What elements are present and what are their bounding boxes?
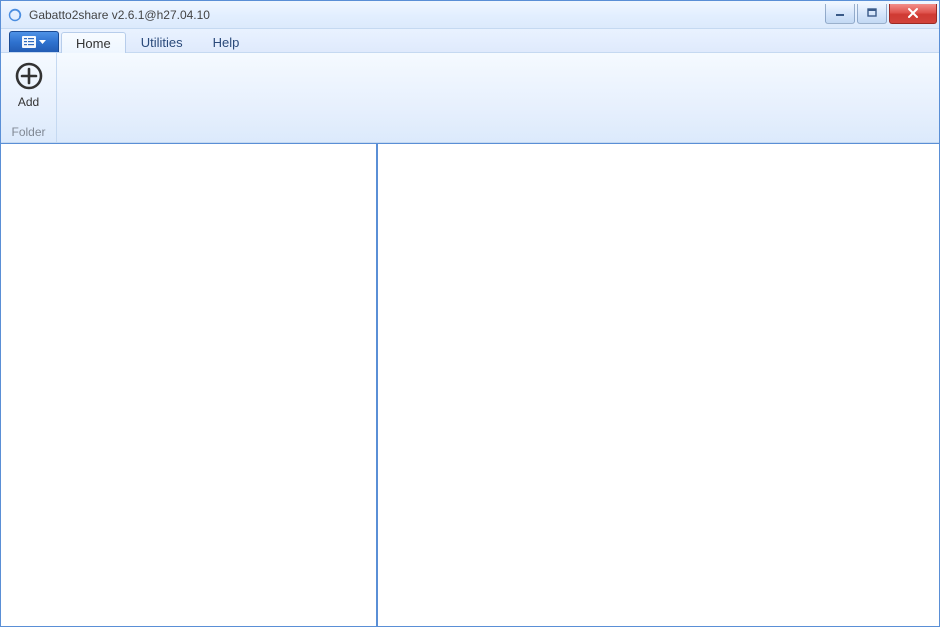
add-button-label: Add: [18, 95, 39, 109]
content-area: [1, 143, 939, 626]
window-controls: [823, 4, 937, 24]
left-pane[interactable]: [1, 144, 378, 626]
minimize-button[interactable]: [825, 4, 855, 24]
window-title: Gabatto2share v2.6.1@h27.04.10: [27, 8, 823, 22]
maximize-icon: [867, 8, 877, 18]
minimize-icon: [835, 8, 845, 18]
maximize-button[interactable]: [857, 4, 887, 24]
close-icon: [907, 7, 919, 19]
circle-plus-icon: [13, 60, 45, 92]
app-icon: [7, 7, 23, 23]
titlebar: Gabatto2share v2.6.1@h27.04.10: [1, 1, 939, 29]
app-menu-button[interactable]: [9, 31, 59, 52]
tab-label: Help: [213, 35, 240, 50]
app-window: Gabatto2share v2.6.1@h27.04.10: [0, 0, 940, 627]
add-button[interactable]: Add: [9, 58, 49, 111]
tab-label: Home: [76, 36, 111, 51]
close-button[interactable]: [889, 4, 937, 24]
chevron-down-icon: [39, 40, 46, 45]
tab-help[interactable]: Help: [198, 31, 255, 52]
app-menu-icon: [22, 36, 36, 48]
tab-utilities[interactable]: Utilities: [126, 31, 198, 52]
ribbon-group-label: Folder: [11, 125, 45, 139]
ribbon: Add Folder: [1, 53, 939, 143]
ribbon-group-folder: Add Folder: [1, 53, 57, 142]
tab-home[interactable]: Home: [61, 32, 126, 53]
right-pane[interactable]: [378, 144, 939, 626]
tab-label: Utilities: [141, 35, 183, 50]
tabs-row: Home Utilities Help: [1, 29, 939, 53]
